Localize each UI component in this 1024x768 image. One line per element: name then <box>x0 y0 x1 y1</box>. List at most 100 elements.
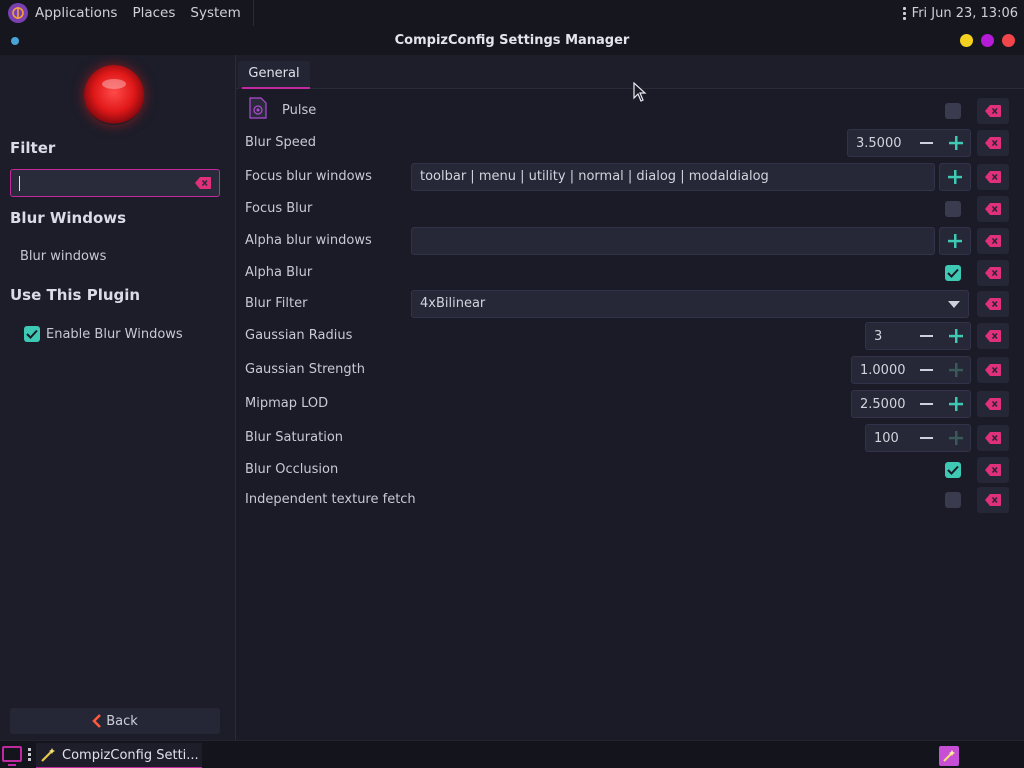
spinner-value[interactable]: 3 <box>866 329 912 344</box>
clock[interactable]: Fri Jun 23, 13:06 <box>912 6 1018 21</box>
setting-row-blur-speed: Blur Speed 3.5000 <box>245 129 1009 157</box>
reset-button[interactable] <box>977 164 1009 190</box>
plus-icon <box>948 234 962 248</box>
reset-button[interactable] <box>977 391 1009 417</box>
setting-row-focus-blur: Focus Blur <box>245 195 1009 223</box>
decrement-button[interactable] <box>912 323 941 349</box>
blur-speed-spinner[interactable]: 3.5000 <box>847 129 971 157</box>
reset-button[interactable] <box>977 323 1009 349</box>
plugin-heading: Blur Windows <box>10 209 127 227</box>
setting-label: Blur Speed <box>245 135 316 150</box>
enable-plugin-checkbox[interactable]: Enable Blur Windows <box>24 326 183 342</box>
increment-button[interactable] <box>941 391 970 417</box>
plus-icon <box>948 170 962 184</box>
setting-label: Independent texture fetch <box>245 492 416 507</box>
reset-button[interactable] <box>977 457 1009 483</box>
places-menu[interactable]: Places <box>132 5 175 21</box>
clear-filter-icon[interactable] <box>195 177 211 193</box>
top-panel: Applications Places System Fri Jun 23, 1… <box>0 0 1024 26</box>
clear-icon <box>985 203 1001 215</box>
checkmark-icon <box>947 268 959 278</box>
decrement-button[interactable] <box>912 425 941 451</box>
blur-occlusion-checkbox[interactable] <box>945 462 961 478</box>
checkbox-checked-icon[interactable] <box>24 326 40 342</box>
focus-blur-windows-field[interactable]: toolbar | menu | utility | normal | dial… <box>411 163 935 191</box>
clear-icon <box>985 494 1001 506</box>
taskbar-window-button[interactable]: CompizConfig Setti... <box>36 743 202 768</box>
decrement-button[interactable] <box>912 130 941 156</box>
window-menu-icon[interactable] <box>11 37 19 45</box>
gaussian-strength-spinner[interactable]: 1.0000 <box>851 356 971 384</box>
close-button[interactable] <box>1002 34 1015 47</box>
reset-button[interactable] <box>977 130 1009 156</box>
setting-label: Blur Occlusion <box>245 462 339 477</box>
window-titlebar[interactable]: CompizConfig Settings Manager <box>0 26 1024 55</box>
gaussian-radius-spinner[interactable]: 3 <box>865 322 971 350</box>
clear-icon <box>985 171 1001 183</box>
spinner-value[interactable]: 3.5000 <box>848 136 912 151</box>
wand-icon <box>41 748 55 762</box>
reset-button[interactable] <box>977 291 1009 317</box>
alpha-blur-checkbox[interactable] <box>945 265 961 281</box>
blur-filter-dropdown[interactable]: 4xBilinear <box>411 290 969 318</box>
tab-bar: General <box>236 55 1024 89</box>
back-button[interactable]: Back <box>10 708 220 734</box>
dropdown-arrow-icon <box>948 301 960 308</box>
taskbar-handle-icon[interactable] <box>28 748 31 761</box>
reset-button[interactable] <box>977 487 1009 513</box>
maximize-button[interactable] <box>981 34 994 47</box>
increment-button[interactable] <box>941 130 970 156</box>
applications-menu[interactable]: Applications <box>35 5 117 21</box>
minus-icon <box>920 142 933 144</box>
minus-icon <box>920 335 933 337</box>
decrement-button[interactable] <box>912 357 941 383</box>
spinner-value[interactable]: 1.0000 <box>852 363 912 378</box>
system-menu[interactable]: System <box>190 5 240 21</box>
plus-icon <box>948 431 963 445</box>
taskbar-window-label: CompizConfig Setti... <box>62 747 199 763</box>
panel-menu-icon[interactable] <box>902 6 906 20</box>
setting-row-independent-texture-fetch: Independent texture fetch <box>245 486 1009 514</box>
setting-label: Alpha Blur <box>245 265 313 280</box>
increment-button-disabled <box>941 357 970 383</box>
mipmap-lod-spinner[interactable]: 2.5000 <box>851 390 971 418</box>
tab-general[interactable]: General <box>238 61 310 89</box>
spinner-value[interactable]: 2.5000 <box>852 397 912 412</box>
reset-button[interactable] <box>977 196 1009 222</box>
setting-row-alpha-blur: Alpha Blur <box>245 259 1009 287</box>
independent-texture-fetch-checkbox[interactable] <box>945 492 961 508</box>
spinner-value[interactable]: 100 <box>866 431 912 446</box>
minus-icon <box>920 437 933 439</box>
edit-match-button[interactable] <box>939 163 971 191</box>
window-title: CompizConfig Settings Manager <box>394 33 630 48</box>
reset-button[interactable] <box>977 425 1009 451</box>
taskbar: CompizConfig Setti... <box>0 740 1024 768</box>
reset-button[interactable] <box>977 98 1009 124</box>
setting-row-mipmap-lod: Mipmap LOD 2.5000 <box>245 390 1009 418</box>
focus-blur-checkbox[interactable] <box>945 201 961 217</box>
filter-heading: Filter <box>10 139 56 157</box>
applications-logo-icon[interactable] <box>8 3 28 23</box>
show-desktop-icon[interactable] <box>2 746 22 766</box>
decrement-button[interactable] <box>912 391 941 417</box>
checkmark-icon <box>947 465 959 475</box>
edit-match-button[interactable] <box>939 227 971 255</box>
workspace-switcher-icon[interactable] <box>939 746 959 766</box>
pulse-checkbox[interactable] <box>945 103 961 119</box>
setting-label: Gaussian Radius <box>245 328 353 343</box>
clear-icon <box>985 267 1001 279</box>
blur-saturation-spinner[interactable]: 100 <box>865 424 971 452</box>
setting-row-gaussian-radius: Gaussian Radius 3 <box>245 322 1009 350</box>
increment-button[interactable] <box>941 323 970 349</box>
chevron-left-icon <box>92 714 102 728</box>
setting-row-gaussian-strength: Gaussian Strength 1.0000 <box>245 356 1009 384</box>
reset-button[interactable] <box>977 260 1009 286</box>
alpha-blur-windows-field[interactable] <box>411 227 935 255</box>
setting-row-pulse: Pulse <box>245 97 1009 125</box>
sidebar: Filter Blur Windows Blur windows Use Thi… <box>0 55 236 740</box>
reset-button[interactable] <box>977 228 1009 254</box>
setting-label: Pulse <box>282 103 317 118</box>
filter-input[interactable] <box>10 169 220 197</box>
reset-button[interactable] <box>977 357 1009 383</box>
minimize-button[interactable] <box>960 34 973 47</box>
